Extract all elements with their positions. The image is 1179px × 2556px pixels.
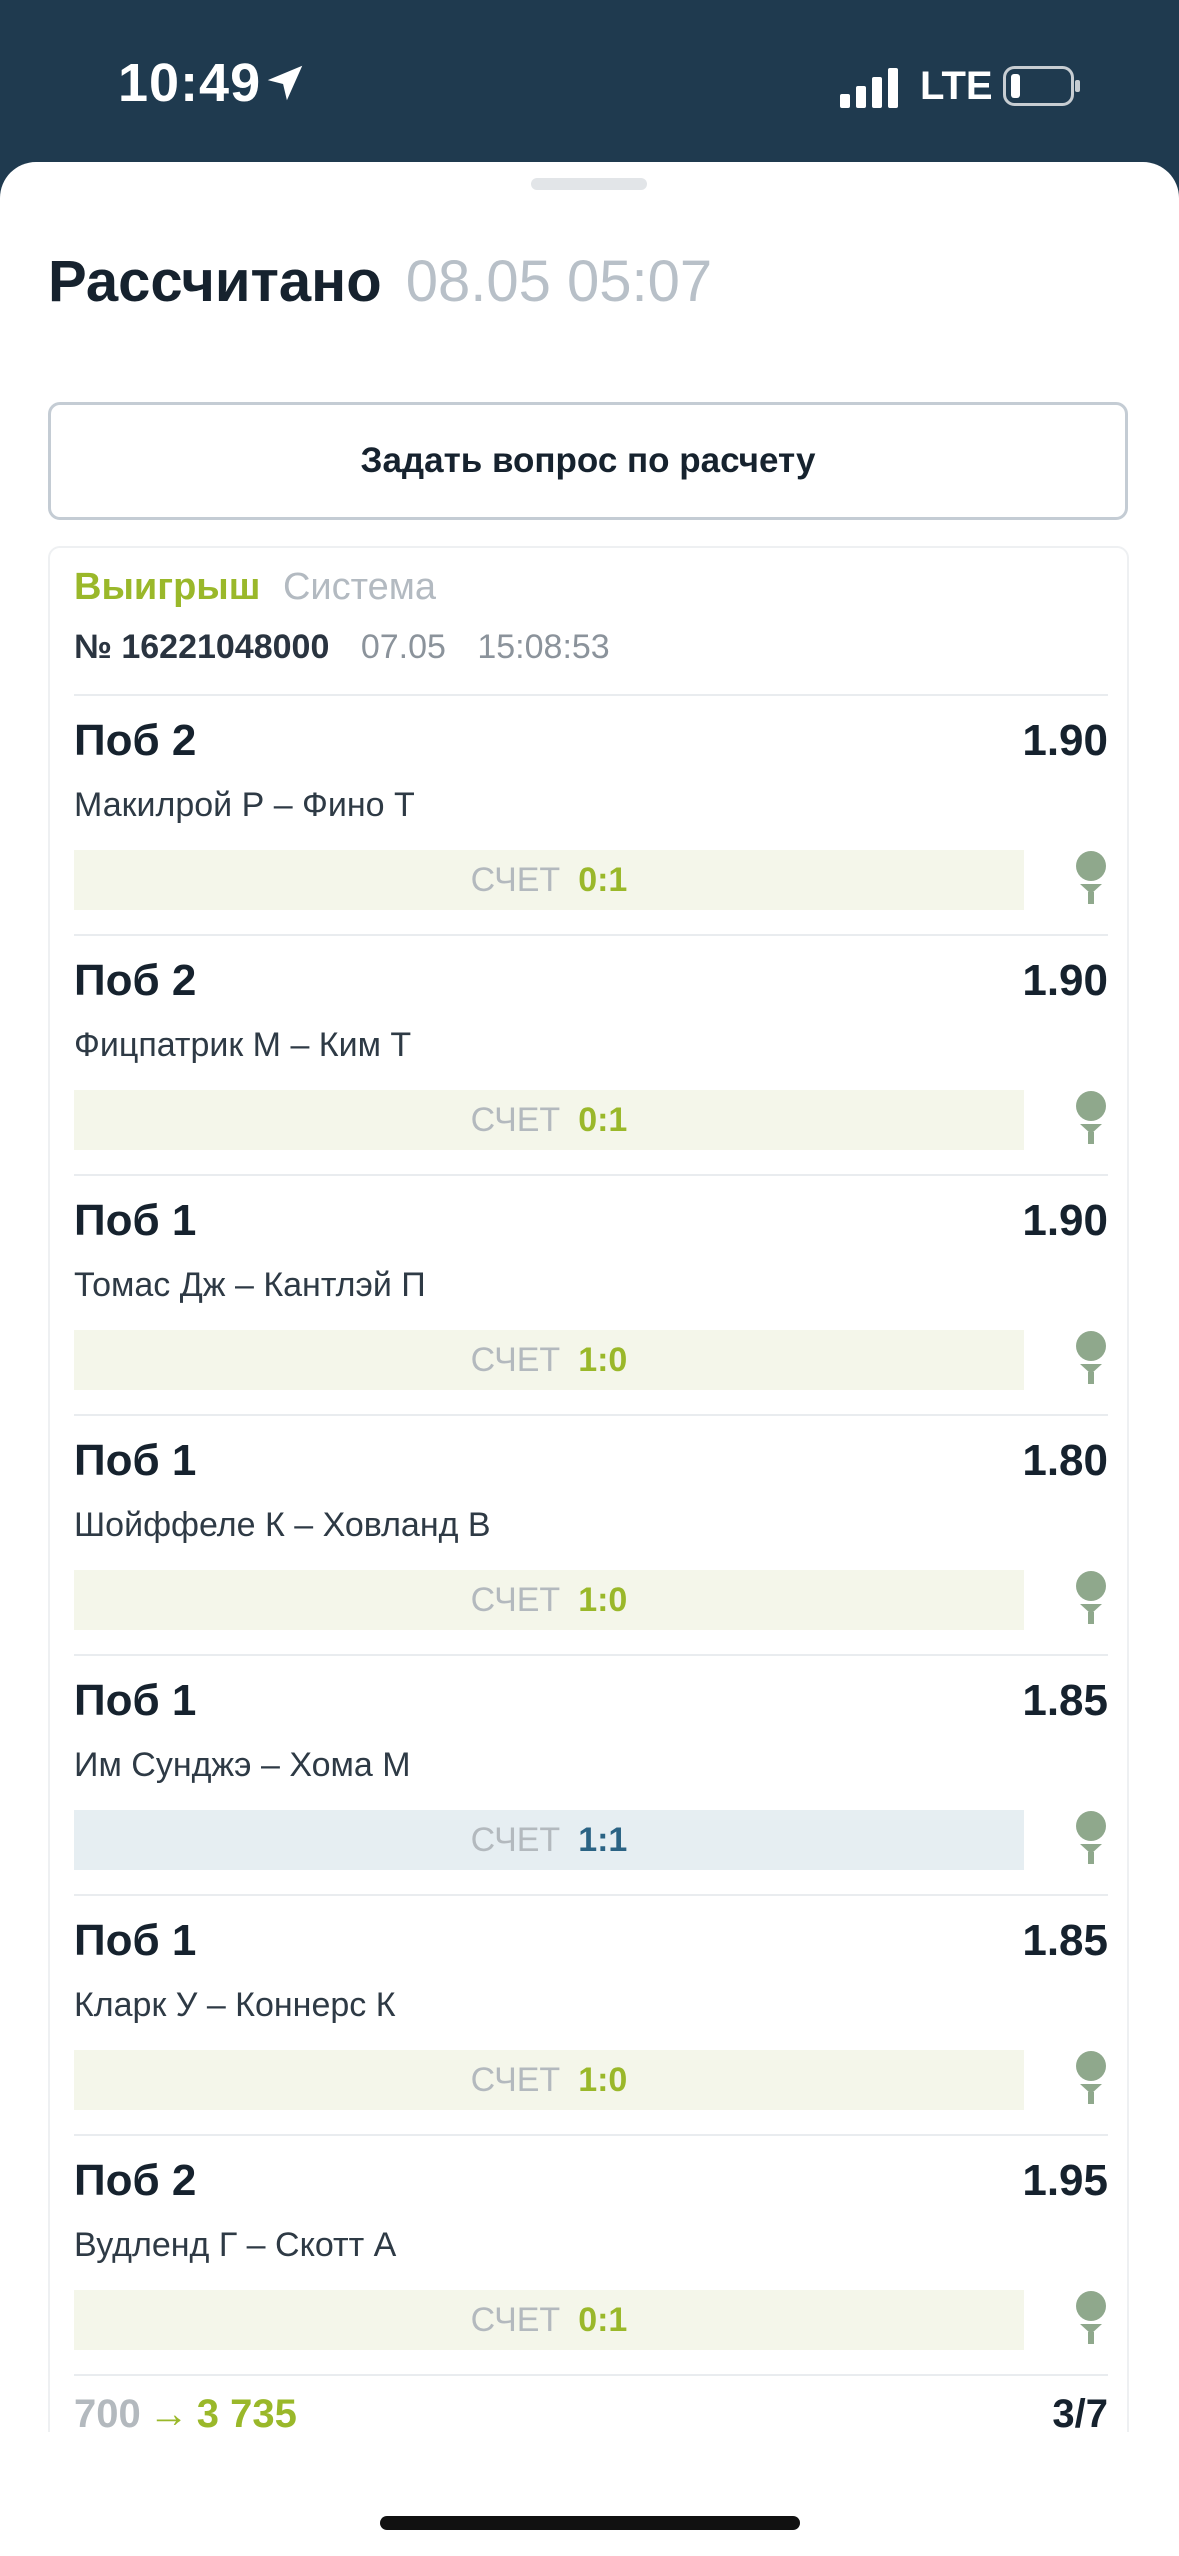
divider [74,2374,1108,2376]
score-label: СЧЕТ [470,2060,561,2099]
score-value: 1:0 [578,1340,628,1379]
selection-market: Поб 1 [74,1676,197,1725]
score-label: СЧЕТ [470,860,561,899]
bet-selection: Поб 1 1.85 Кларк У – Коннерс К СЧЕТ 1:0 [74,1896,1108,2136]
bet-selection: Поб 1 1.90 Томас Дж – Кантлэй П СЧЕТ 1:0 [74,1176,1108,1416]
selection-odds: 1.85 [1022,1916,1108,1965]
bet-type: Система [282,566,437,608]
score-label: СЧЕТ [470,1340,561,1379]
ticket-number: № 16221048000 [74,628,330,666]
score-label: СЧЕТ [470,1100,561,1139]
score-label: СЧЕТ [470,1580,561,1619]
score-bar: СЧЕТ 1:0 [74,2050,1024,2110]
score-bar: СЧЕТ 1:1 [74,1810,1024,1870]
score-label: СЧЕТ [470,1820,561,1859]
bet-card: Выигрыш Система № 16221048000 07.05 15:0… [48,546,1129,2446]
score-bar: СЧЕТ 1:0 [74,1570,1024,1630]
score-bar: СЧЕТ 0:1 [74,850,1024,910]
selection-event: Вудленд Г – Скотт А [74,2226,397,2264]
score-value: 1:1 [578,1820,628,1859]
stake-payout: 700 → 3 735 [74,2392,297,2437]
score-bar: СЧЕТ 0:1 [74,1090,1024,1150]
page-title: Рассчитано 08.05 05:07 [48,248,712,315]
arrow-right-icon: → [148,2392,189,2436]
golf-ball-tee-icon [1076,2051,1106,2104]
bet-result-status: Выигрыш [74,566,261,608]
bet-selection: Поб 1 1.80 Шойффеле К – Ховланд В СЧЕТ 1… [74,1416,1108,1656]
selection-market: Поб 1 [74,1436,197,1485]
bet-status-line: Выигрыш Система [74,566,436,609]
location-arrow-icon [267,65,303,101]
selection-odds: 1.90 [1022,1196,1108,1245]
selection-odds: 1.95 [1022,2156,1108,2205]
bet-selection: Поб 2 1.90 Макилрой Р – Фино Т СЧЕТ 0:1 [74,696,1108,936]
payout-amount: 3 735 [196,2392,297,2436]
score-bar: СЧЕТ 0:1 [74,2290,1024,2350]
bet-selection: Поб 2 1.90 Фицпатрик М – Ким Т СЧЕТ 0:1 [74,936,1108,1176]
selection-market: Поб 2 [74,716,197,765]
ticket-info: № 16221048000 07.05 15:08:53 [74,628,610,667]
selection-market: Поб 2 [74,2156,197,2205]
selection-event: Кларк У – Коннерс К [74,1986,396,2024]
stake-amount: 700 [74,2392,141,2436]
settled-date: 08.05 05:07 [405,249,713,314]
score-value: 0:1 [578,860,628,899]
golf-ball-tee-icon [1076,2291,1106,2344]
battery-icon [1003,66,1080,106]
status-bar: 10:49 LTE [0,0,1179,165]
selection-odds: 1.80 [1022,1436,1108,1485]
home-indicator[interactable] [380,2516,800,2530]
selection-event: Макилрой Р – Фино Т [74,786,415,824]
status-time: 10:49 [118,53,262,113]
selection-odds: 1.90 [1022,956,1108,1005]
golf-ball-tee-icon [1076,851,1106,904]
golf-ball-tee-icon [1076,1811,1106,1864]
selection-odds: 1.85 [1022,1676,1108,1725]
network-type: LTE [920,64,993,108]
selection-event: Фицпатрик М – Ким Т [74,1026,412,1064]
ticket-date: 07.05 [360,628,446,666]
settled-label: Рассчитано [48,249,382,314]
bottom-fade [0,2432,1179,2556]
winning-count: 3/7 [1052,2392,1108,2436]
selection-odds: 1.90 [1022,716,1108,765]
selection-market: Поб 1 [74,1916,197,1965]
golf-ball-tee-icon [1076,1571,1106,1624]
signal-icon [840,68,898,108]
sheet-grabber[interactable] [531,178,647,190]
bet-selection: Поб 2 1.95 Вудленд Г – Скотт А СЧЕТ 0:1 [74,2136,1108,2376]
bet-details-sheet: Рассчитано 08.05 05:07 Задать вопрос по … [0,162,1179,2556]
ask-settlement-question-button[interactable]: Задать вопрос по расчету [48,402,1128,520]
selection-market: Поб 1 [74,1196,197,1245]
score-value: 0:1 [578,2300,628,2339]
selection-event: Томас Дж – Кантлэй П [74,1266,426,1304]
score-bar: СЧЕТ 1:0 [74,1330,1024,1390]
golf-ball-tee-icon [1076,1331,1106,1384]
score-value: 1:0 [578,2060,628,2099]
ticket-time: 15:08:53 [477,628,610,666]
bet-selection: Поб 1 1.85 Им Сунджэ – Хома М СЧЕТ 1:1 [74,1656,1108,1896]
score-label: СЧЕТ [470,2300,561,2339]
score-value: 1:0 [578,1580,628,1619]
selection-market: Поб 2 [74,956,197,1005]
score-value: 0:1 [578,1100,628,1139]
selection-event: Шойффеле К – Ховланд В [74,1506,491,1544]
selection-event: Им Сунджэ – Хома М [74,1746,411,1784]
golf-ball-tee-icon [1076,1091,1106,1144]
